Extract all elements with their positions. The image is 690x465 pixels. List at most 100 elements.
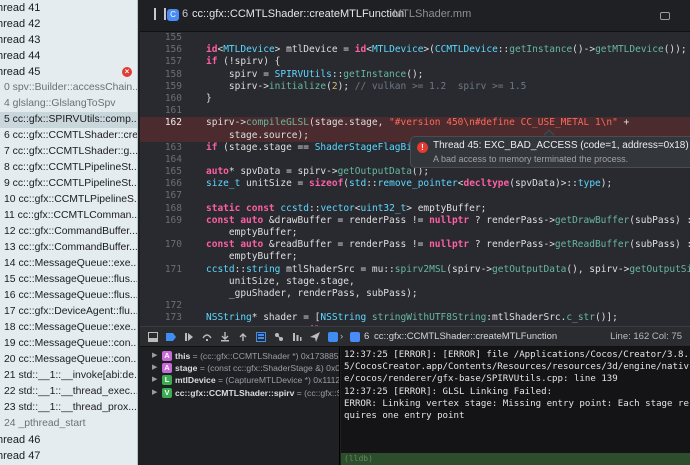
code-line[interactable]: 162 spirv->compileGLSL(stage.stage, "#ver… [140, 117, 690, 130]
stack-frame-row[interactable]: 14 cc::MessageQueue::exe... [0, 256, 137, 272]
code-line[interactable]: unitSize, stage.stage, [140, 276, 690, 288]
frame-icon[interactable] [350, 332, 360, 342]
line-number[interactable]: 163 [140, 142, 182, 154]
step-into-icon[interactable] [220, 332, 230, 342]
lldb-prompt[interactable]: (lldb) [341, 453, 690, 465]
stack-frame-row[interactable]: 9 cc::gfx::CCMTLPipelineSt... [0, 176, 137, 192]
stack-frame-row[interactable]: 21 std::__1::__invoke[abi:de... [0, 368, 137, 384]
code-line[interactable]: 156 id<MTLDevice> mtlDevice = id<MTLDevic… [140, 44, 690, 56]
stack-frame-row[interactable]: 6 cc::gfx::CCMTLShader::cre... [0, 128, 137, 144]
code-line[interactable]: 157 if (!spirv) { [140, 56, 690, 68]
code-line[interactable]: 172 [140, 300, 690, 312]
debug-bar-frame-index[interactable]: 6 [364, 331, 369, 342]
variables-view[interactable]: ▶ Athis = (cc::gfx::CCMTLShader *) 0x1738… [140, 347, 340, 465]
stack-frame-row[interactable]: 8 cc::gfx::CCMTLPipelineSt... [0, 160, 137, 176]
view-hierarchy-icon[interactable] [256, 332, 266, 342]
thread-row[interactable]: hread 47 [0, 448, 137, 464]
stack-frame-row[interactable]: 22 std::__1::__thread_exec... [0, 384, 137, 400]
line-number[interactable]: 157 [140, 56, 182, 68]
stack-frame-row[interactable]: 19 cc::MessageQueue::con... [0, 336, 137, 352]
console[interactable]: 12:37:25 [ERROR]: [ERROR] file /Applicat… [341, 347, 690, 465]
code-line[interactable]: 171 ccstd::string mtlShaderSrc = mu::spir… [140, 264, 690, 276]
breakpoints-icon[interactable] [166, 332, 176, 342]
debug-bar-function[interactable]: cc::gfx::CCMTLShader::createMTLFunction [374, 331, 557, 342]
stack-frame-row[interactable]: 11 cc::gfx::CCMTLComman... [0, 208, 137, 224]
line-number[interactable]: 158 [140, 69, 182, 81]
code-line[interactable]: emptyBuffer; [140, 251, 690, 263]
related-items-icon[interactable] [154, 8, 166, 20]
line-number[interactable]: 172 [140, 300, 182, 312]
line-number[interactable]: 165 [140, 166, 182, 178]
variable-row[interactable]: ▶ Athis = (cc::gfx::CCMTLShader *) 0x1738… [140, 350, 339, 362]
line-number[interactable]: 164 [140, 154, 182, 166]
stack-frame-row[interactable]: 12 cc::gfx::CommandBuffer... [0, 224, 137, 240]
line-number[interactable]: 160 [140, 93, 182, 105]
line-number[interactable]: 169 [140, 215, 182, 227]
line-number[interactable]: 173 [140, 312, 182, 324]
step-out-icon[interactable] [238, 332, 248, 342]
code-line[interactable]: _gpuShader, renderPass, subPass); [140, 288, 690, 300]
stack-frame-row[interactable]: 23 std::__1::__thread_prox... [0, 400, 137, 416]
code-line[interactable]: 170 const auto &readBuffer = renderPass !… [140, 239, 690, 251]
environment-overrides-icon[interactable] [292, 332, 302, 342]
code-line[interactable]: 158 spirv = SPIRVUtils::getInstance(); [140, 69, 690, 81]
variable-row[interactable]: ▶ Vcc::gfx::CCMTLShader::spirv = (cc::gfx… [140, 387, 339, 399]
stack-frame-row[interactable]: 0 spv::Builder::accessChain... [0, 80, 137, 96]
jump-bar-function[interactable]: cc::gfx::CCMTLShader::createMTLFunction [192, 8, 404, 20]
stack-frame-row[interactable]: 7 cc::gfx::CCMTLShader::g... [0, 144, 137, 160]
line-number[interactable]: 156 [140, 44, 182, 56]
stack-frame-row[interactable]: 15 cc::MessageQueue::flus... [0, 272, 137, 288]
line-number[interactable]: 168 [140, 203, 182, 215]
line-number[interactable]: 162 [140, 117, 182, 129]
code-line[interactable]: 173 NSString* shader = [NSString stringWi… [140, 312, 690, 324]
stack-frame-row[interactable]: 13 cc::gfx::CommandBuffer... [0, 240, 137, 256]
thread-row[interactable]: hread 43 [0, 32, 137, 48]
stack-frame-row[interactable]: 10 cc::gfx::CCMTLPipelineS... [0, 192, 137, 208]
code-line[interactable]: 161 [140, 105, 690, 117]
disclosure-triangle-icon[interactable]: ▶ [152, 362, 157, 374]
editor-options-icon[interactable] [660, 12, 670, 20]
thread-icon[interactable] [328, 332, 338, 342]
line-number[interactable]: 171 [140, 264, 182, 276]
code-line[interactable]: 169 const auto &drawBuffer = renderPass !… [140, 215, 690, 227]
code-line[interactable]: 168 static const ccstd::vector<uint32_t> … [140, 203, 690, 215]
line-number[interactable]: 161 [140, 105, 182, 117]
simulate-location-icon[interactable] [310, 332, 320, 342]
line-number[interactable]: 166 [140, 178, 182, 190]
stack-frame-row[interactable]: 4 glslang::GlslangToSpv [0, 96, 137, 112]
stack-frame-row[interactable]: 5 cc::gfx::SPIRVUtils::comp... [0, 112, 137, 128]
disclosure-triangle-icon[interactable]: ▶ [152, 387, 157, 399]
thread-row[interactable]: hread 46 [0, 432, 137, 448]
code-line[interactable]: 159 spirv->initialize(2); // vulkan >= 1… [140, 81, 690, 93]
stack-frame-row[interactable]: 16 cc::MessageQueue::flus... [0, 288, 137, 304]
thread-row[interactable]: hread 42 [0, 16, 137, 32]
error-annotation[interactable]: ! Thread 45: EXC_BAD_ACCESS (code=1, add… [410, 136, 690, 168]
code-line[interactable]: 167 [140, 190, 690, 202]
thread-row[interactable]: hread 44 [0, 48, 137, 64]
code-line[interactable]: 160} [140, 93, 690, 105]
disclosure-triangle-icon[interactable]: ▶ [152, 350, 157, 362]
code-line[interactable]: emptyBuffer; [140, 227, 690, 239]
variable-row[interactable]: ▶ LmtlDevice = (CaptureMTLDevice *) 0x111… [140, 374, 339, 386]
line-number[interactable]: 159 [140, 81, 182, 93]
jump-bar-file[interactable]: MTLShader.mm [393, 8, 471, 20]
hide-debug-area-icon[interactable] [148, 332, 158, 342]
thread-row[interactable]: hread 45 × [0, 64, 137, 80]
stack-frame-row[interactable]: 18 cc::MessageQueue::exe... [0, 320, 137, 336]
stack-frame-row[interactable]: 20 cc::MessageQueue::con... [0, 352, 137, 368]
code-line[interactable]: 166 size_t unitSize = sizeof(std::remove_… [140, 178, 690, 190]
code-view[interactable]: 155 156 id<MTLDevice> mtlDevice = id<MTLDe… [140, 32, 690, 326]
disclosure-triangle-icon[interactable]: ▶ [152, 374, 157, 386]
line-number[interactable]: 167 [140, 190, 182, 202]
continue-icon[interactable] [184, 332, 194, 342]
debug-bar-thread[interactable]: › [340, 331, 343, 342]
line-number[interactable]: 155 [140, 32, 182, 44]
stack-frame-row[interactable]: 24 _pthread_start [0, 416, 137, 432]
variable-row[interactable]: ▶ Astage = (const cc::gfx::ShaderStage &)… [140, 362, 339, 374]
memory-graph-icon[interactable] [274, 332, 284, 342]
code-line[interactable]: 155 [140, 32, 690, 44]
step-over-icon[interactable] [202, 332, 212, 342]
thread-row[interactable]: hread 41 [0, 0, 137, 16]
line-number[interactable]: 170 [140, 239, 182, 251]
stack-frame-row[interactable]: 17 cc::gfx::DeviceAgent::flu... [0, 304, 137, 320]
